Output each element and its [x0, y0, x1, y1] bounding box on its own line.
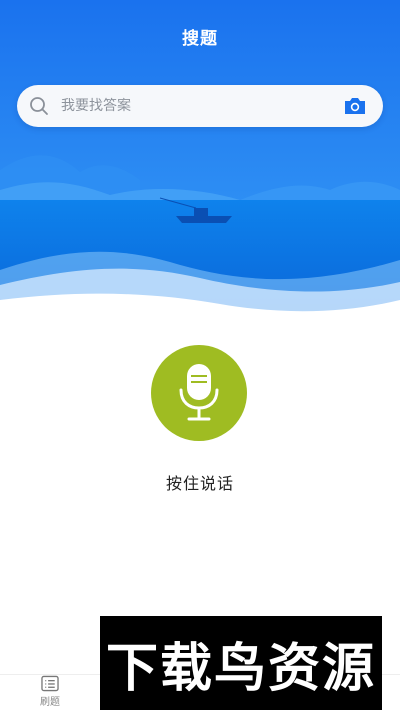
microphone-icon — [179, 364, 219, 421]
hero-banner — [0, 0, 400, 330]
voice-record-button[interactable] — [151, 345, 247, 441]
tab-label: 刷题 — [40, 697, 60, 708]
page-title: 搜题 — [182, 29, 218, 49]
tab-practice[interactable]: 刷题 — [0, 675, 100, 710]
voice-hint-text: 按住说话 — [165, 474, 234, 493]
watermark-banner: 下载鸟资源 — [100, 616, 382, 710]
hero-landscape — [0, 0, 400, 330]
search-input[interactable] — [61, 85, 331, 127]
camera-icon[interactable] — [343, 95, 367, 117]
watermark-text: 下载鸟资源 — [105, 638, 376, 699]
search-icon — [30, 97, 48, 115]
search-bar[interactable] — [17, 85, 383, 127]
list-icon — [41, 675, 59, 692]
